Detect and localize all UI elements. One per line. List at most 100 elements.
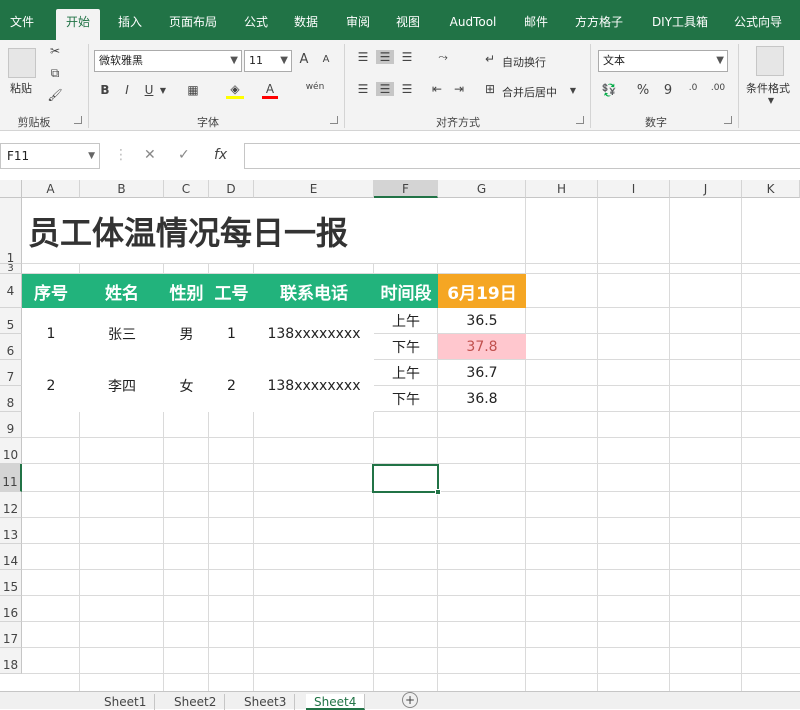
selected-cell[interactable]	[372, 464, 441, 495]
conditional-format-icon[interactable]	[756, 46, 784, 76]
col-header-a[interactable]: A	[22, 180, 80, 198]
font-size-select[interactable]: 11 ▼	[244, 50, 292, 72]
row-header[interactable]: 6	[0, 334, 22, 360]
table-cell[interactable]: 上午	[374, 360, 438, 386]
table-cell[interactable]: 138xxxxxxxx	[254, 308, 374, 360]
header-cell[interactable]: 时间段	[374, 274, 438, 308]
increase-decimal-icon[interactable]: .0	[684, 83, 702, 93]
align-right-icon[interactable]: ☰	[398, 82, 416, 96]
paste-label[interactable]: 粘贴	[10, 80, 32, 96]
align-left-icon[interactable]: ☰	[354, 82, 372, 96]
font-name-select[interactable]: 微软雅黑 ▼	[94, 50, 242, 72]
row-header[interactable]: 14	[0, 544, 22, 570]
table-cell[interactable]: 36.5	[438, 308, 526, 334]
header-cell-date[interactable]: 6月19日	[438, 274, 526, 308]
fill-handle[interactable]	[435, 489, 441, 495]
row-header[interactable]: 18	[0, 648, 22, 674]
table-cell[interactable]: 36.8	[438, 386, 526, 412]
comma-button[interactable]: 9	[662, 83, 674, 98]
wrap-text-icon[interactable]: ↵	[482, 52, 498, 66]
paste-icon[interactable]	[8, 48, 36, 78]
font-color-button[interactable]: A	[262, 82, 278, 99]
table-cell-alert[interactable]: 37.8	[438, 334, 526, 359]
insert-function-icon[interactable]: fx	[214, 147, 227, 163]
tab-insert[interactable]: 插入	[108, 9, 152, 40]
add-sheet-icon[interactable]: +	[402, 692, 418, 708]
currency-icon[interactable]: 💱	[600, 83, 618, 97]
row-header[interactable]: 3	[0, 264, 22, 274]
fill-color-icon[interactable]: ◈	[226, 82, 244, 99]
header-cell[interactable]: 性别	[164, 274, 209, 308]
tab-data[interactable]: 数据	[284, 9, 328, 40]
row-header[interactable]: 12	[0, 492, 22, 518]
header-cell[interactable]: 姓名	[80, 274, 164, 308]
row-header[interactable]: 16	[0, 596, 22, 622]
align-top-icon[interactable]: ☰	[354, 50, 372, 64]
table-cell[interactable]: 男	[164, 308, 209, 360]
conditional-format-button[interactable]: 条件格式	[746, 80, 790, 96]
header-cell[interactable]: 工号	[209, 274, 254, 308]
table-cell[interactable]: 36.7	[438, 360, 526, 386]
col-header-j[interactable]: J	[670, 180, 742, 198]
tab-diy[interactable]: DIY工具箱	[644, 9, 716, 40]
col-header-f[interactable]: F	[374, 180, 438, 198]
table-cell[interactable]: 下午	[374, 334, 438, 360]
sheet-tab-3[interactable]: Sheet3	[236, 694, 296, 710]
increase-indent-icon[interactable]: ⇥	[450, 82, 468, 96]
col-header-k[interactable]: K	[742, 180, 800, 198]
number-format-select[interactable]: 文本 ▼	[598, 50, 728, 72]
worksheet-grid[interactable]: A B C D E F G H I J K 1 3 4 5 6 7 8 9 10…	[0, 180, 800, 691]
sheet-title[interactable]: 员工体温情况每日一报	[28, 198, 525, 264]
sheet-tab-2[interactable]: Sheet2	[166, 694, 226, 710]
chevron-down-icon[interactable]: ▼	[766, 96, 776, 105]
row-header[interactable]: 9	[0, 412, 22, 438]
tab-formula-wizard[interactable]: 公式向导	[726, 9, 790, 40]
enter-icon[interactable]: ✓	[178, 147, 190, 163]
row-header[interactable]: 1	[0, 198, 22, 265]
col-header-c[interactable]: C	[164, 180, 209, 198]
sheet-tab-4[interactable]: Sheet4	[306, 694, 366, 710]
chevron-down-icon[interactable]: ▼	[568, 86, 578, 95]
underline-button[interactable]: U	[142, 83, 156, 97]
tab-page-layout[interactable]: 页面布局	[162, 9, 224, 40]
col-header-b[interactable]: B	[80, 180, 164, 198]
select-all-corner[interactable]	[0, 180, 22, 198]
align-center-icon[interactable]: ☰	[376, 82, 394, 96]
border-icon[interactable]: ▦	[184, 83, 202, 97]
align-bottom-icon[interactable]: ☰	[398, 50, 416, 64]
chevron-down-icon[interactable]: ▼	[88, 144, 95, 168]
row-header[interactable]: 8	[0, 386, 22, 412]
table-cell[interactable]: 下午	[374, 386, 438, 412]
sheet-tab-1[interactable]: Sheet1	[96, 694, 156, 710]
tab-review[interactable]: 审阅	[336, 9, 380, 40]
table-cell[interactable]: 张三	[80, 308, 164, 360]
name-box[interactable]: F11 ▼	[0, 143, 100, 169]
italic-button[interactable]: I	[120, 83, 134, 97]
cut-icon[interactable]: ✂	[46, 44, 64, 58]
phonetic-icon[interactable]: wén	[304, 82, 326, 92]
number-launcher-icon[interactable]	[724, 116, 732, 124]
header-cell[interactable]: 序号	[22, 274, 80, 308]
tab-mail[interactable]: 邮件	[514, 9, 558, 40]
cancel-icon[interactable]: ✕	[144, 147, 156, 163]
copy-icon[interactable]: ⧉	[46, 66, 64, 81]
row-header[interactable]: 5	[0, 308, 22, 334]
table-cell[interactable]: 上午	[374, 308, 438, 334]
row-header[interactable]: 4	[0, 274, 22, 308]
wrap-text-button[interactable]: 自动换行	[502, 54, 546, 70]
decrease-decimal-icon[interactable]: .00	[708, 83, 728, 93]
col-header-d[interactable]: D	[209, 180, 254, 198]
formula-input[interactable]	[244, 143, 800, 169]
align-launcher-icon[interactable]	[576, 116, 584, 124]
shrink-font-icon[interactable]: A	[318, 54, 334, 65]
percent-button[interactable]: %	[636, 83, 650, 98]
row-header[interactable]: 7	[0, 360, 22, 386]
merge-center-button[interactable]: 合并后居中	[502, 84, 557, 100]
table-cell[interactable]: 2	[209, 360, 254, 412]
bold-button[interactable]: B	[98, 83, 112, 97]
tab-home[interactable]: 开始	[56, 9, 100, 40]
merge-icon[interactable]: ⊞	[482, 82, 498, 96]
table-cell[interactable]: 李四	[80, 360, 164, 412]
orientation-icon[interactable]: ⤳	[430, 50, 456, 65]
table-cell[interactable]: 138xxxxxxxx	[254, 360, 374, 412]
